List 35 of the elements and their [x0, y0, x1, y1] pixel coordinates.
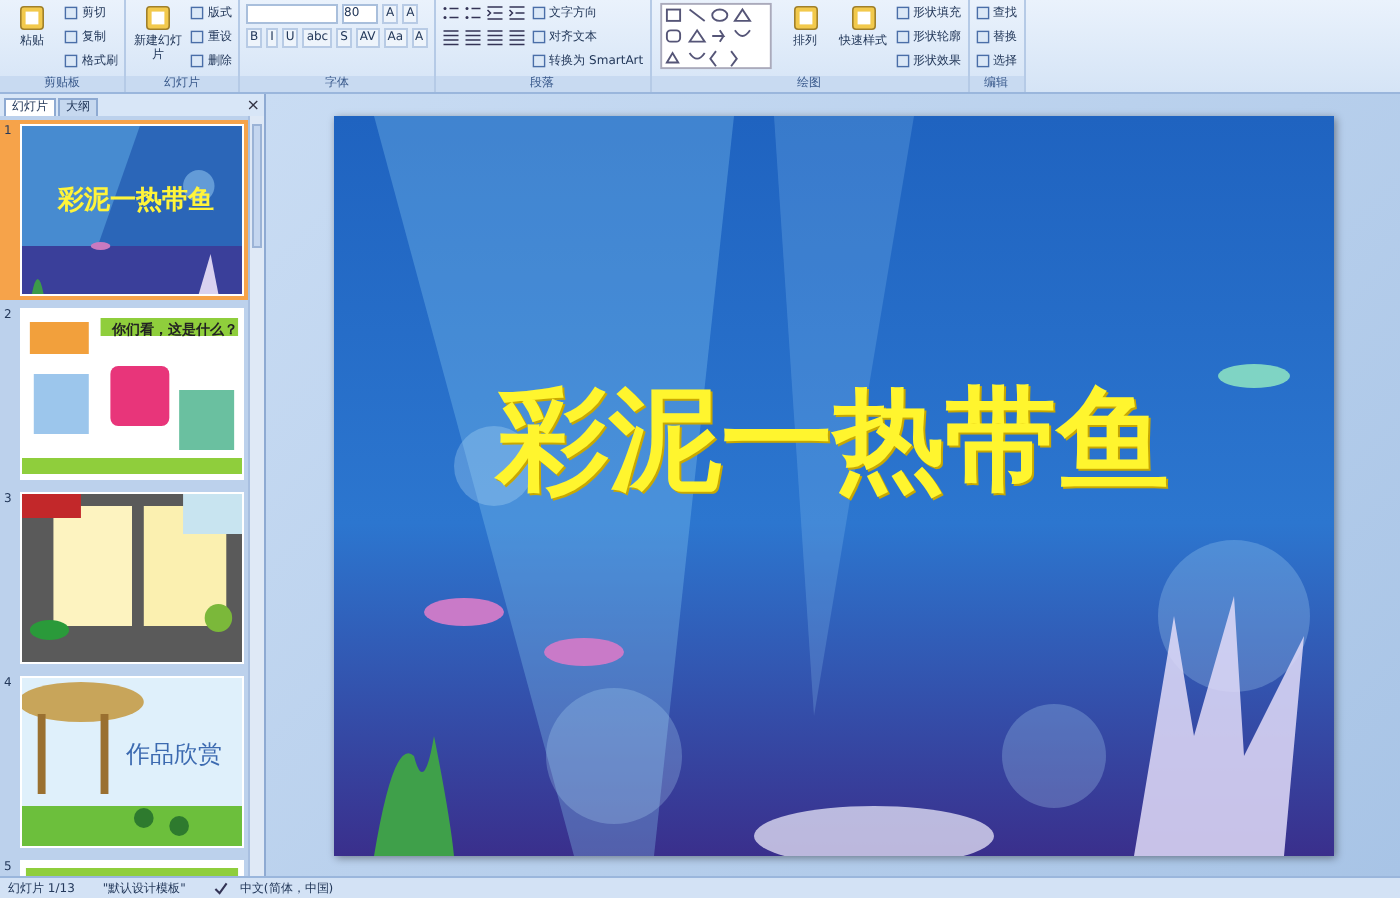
- thumbnail-title: 作品欣赏: [126, 738, 222, 772]
- square-icon: [847, 2, 880, 34]
- list-icon[interactable]: [463, 4, 482, 22]
- align-icon[interactable]: [485, 28, 504, 46]
- square-icon: [895, 6, 910, 20]
- thumbnail-title: 彩泥一热带鱼: [58, 184, 214, 218]
- square-icon: [789, 2, 822, 34]
- square-icon: [895, 54, 910, 68]
- square-icon: [64, 54, 78, 68]
- square-icon: [895, 30, 910, 44]
- close-button[interactable]: ×: [242, 96, 264, 116]
- square-icon: [975, 6, 990, 20]
- list-icon[interactable]: [441, 4, 460, 22]
- square-icon: [142, 2, 174, 34]
- square-icon: [16, 2, 48, 34]
- square-icon: [531, 30, 546, 44]
- square-icon: [975, 30, 990, 44]
- check-icon[interactable]: [213, 881, 228, 895]
- square-icon: [190, 6, 204, 20]
- font-field[interactable]: [246, 3, 338, 23]
- indent-icon[interactable]: [485, 4, 504, 22]
- align-icon[interactable]: [463, 28, 482, 46]
- align-icon[interactable]: [507, 28, 526, 46]
- square-icon: [64, 6, 78, 20]
- slide-title: 彩泥一热带鱼: [497, 373, 1169, 509]
- square-icon: [190, 30, 204, 44]
- square-icon: [190, 54, 204, 68]
- square-icon: [531, 6, 546, 20]
- square-icon: [531, 54, 546, 68]
- indent-icon[interactable]: [507, 4, 526, 22]
- scrollbar[interactable]: [248, 116, 264, 876]
- align-icon[interactable]: [441, 28, 460, 46]
- square-icon: [64, 30, 78, 44]
- square-icon: [975, 54, 990, 68]
- shapes-gallery-icon[interactable]: [657, 2, 774, 70]
